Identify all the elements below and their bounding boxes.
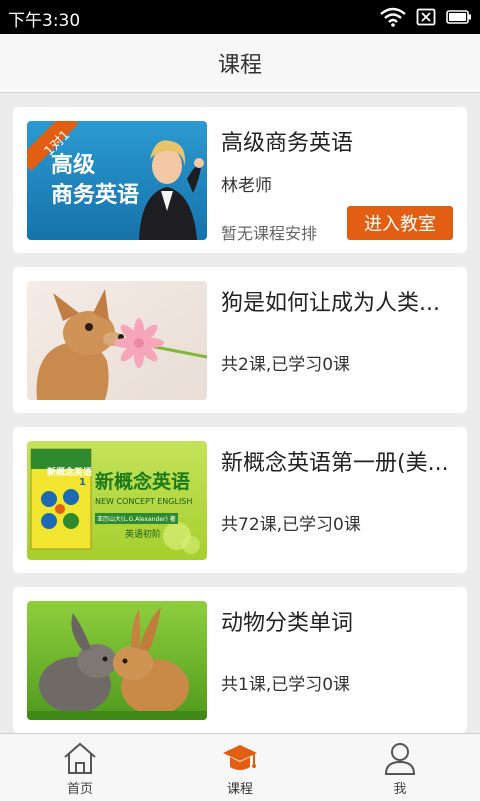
enter-classroom-button[interactable]: 进入教室 (347, 206, 453, 240)
course-list[interactable]: 1对1 高级 商务英语 高级商务英语 林老师 暂无课程安排 进入教室 狗是如何让… (0, 93, 480, 733)
status-icons (380, 5, 472, 29)
bottom-nav: 首页 课程 我 (0, 733, 480, 801)
nav-me-label: 我 (393, 782, 407, 797)
thumb-heading-line2: 商务英语 (51, 183, 140, 208)
course-title: 狗是如何让成为人类... (221, 291, 440, 316)
graduation-cap-icon (223, 745, 257, 770)
course-card-new-concept[interactable]: 新概念英语 1 新概念英语 NEW CONCEPT ENGLISH 亚历山大(L… (13, 427, 467, 573)
page-title: 课程 (217, 53, 262, 78)
lesson-progress: 共2课,已学习0课 (221, 355, 351, 375)
no-sim-icon (416, 8, 436, 26)
nav-home[interactable]: 首页 (0, 734, 160, 801)
teacher-name: 林老师 (221, 176, 272, 196)
thumb-english-title: NEW CONCEPT ENGLISH (95, 497, 193, 506)
status-bar: 下午3:30 (0, 0, 480, 34)
person-icon (384, 743, 416, 775)
course-card-business-english[interactable]: 1对1 高级 商务英语 高级商务英语 林老师 暂无课程安排 进入教室 (13, 107, 467, 253)
lesson-progress: 共1课,已学习0课 (221, 675, 351, 695)
course-title: 新概念英语第一册(美... (221, 451, 449, 476)
nav-me[interactable]: 我 (320, 734, 480, 801)
wifi-icon (380, 7, 406, 27)
thumb-level: 英语初阶 (125, 530, 162, 540)
nav-courses[interactable]: 课程 (160, 734, 320, 801)
lesson-progress: 共72课,已学习0课 (221, 515, 361, 535)
status-time: 下午3:30 (8, 11, 81, 31)
nav-home-label: 首页 (66, 782, 93, 797)
title-bar: 课程 (0, 34, 480, 93)
course-title: 高级商务英语 (221, 131, 354, 156)
new-concept-english-book-thumbnail: 新概念英语 1 新概念英语 NEW CONCEPT ENGLISH 亚历山大(L… (27, 441, 207, 560)
businesswoman-thumbnail: 1对1 高级 商务英语 (27, 121, 207, 240)
battery-icon (446, 10, 471, 24)
schedule-status: 暂无课程安排 (221, 224, 318, 243)
home-icon (64, 742, 96, 774)
rabbits-thumbnail (27, 601, 207, 720)
course-card-animal-words[interactable]: 动物分类单词 共1课,已学习0课 (13, 587, 467, 733)
course-title: 动物分类单词 (221, 611, 354, 636)
puppy-with-flower-thumbnail (27, 281, 207, 400)
book-cover-number: 1 (79, 477, 86, 488)
thumb-heading-line1: 高级 (51, 153, 96, 178)
nav-courses-label: 课程 (226, 782, 253, 797)
thumb-author: 亚历山大(L.G.Alexander) 著 (95, 513, 178, 524)
thumb-heading: 新概念英语 (95, 471, 191, 493)
course-card-dog[interactable]: 狗是如何让成为人类... 共2课,已学习0课 (13, 267, 467, 413)
